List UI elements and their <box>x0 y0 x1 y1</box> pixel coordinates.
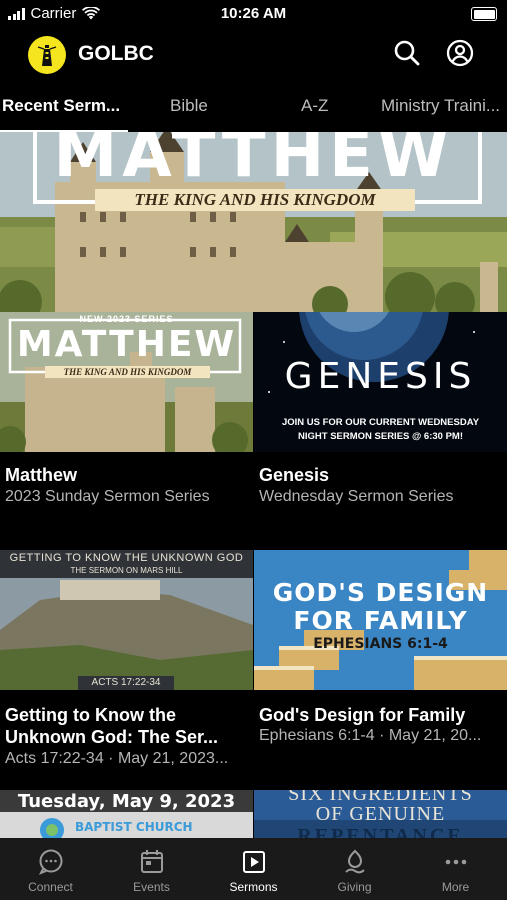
clock: 10:26 AM <box>220 5 287 22</box>
hero-subheading: THE KING AND HIS KINGDOM <box>134 190 376 209</box>
thumb-subheading: THE KING AND HIS KINGDOM <box>63 367 192 377</box>
card-title: God's Design for Family <box>259 705 466 725</box>
thumb-tag: NEW 2023 SERIES <box>79 314 174 324</box>
thumb-line-2: BAPTIST CHURCH <box>75 820 193 834</box>
app-title: GOLBC <box>78 42 154 65</box>
giving-icon <box>344 849 365 874</box>
series-thumbnail: NEW 2023 SERIES MATTHEW THE KING AND HIS… <box>0 312 253 452</box>
search-button[interactable] <box>392 38 422 68</box>
tabbar-giving[interactable]: Giving <box>304 844 405 894</box>
featured-series-banner[interactable]: MATTHEW THE KING AND HIS KINGDOM <box>0 132 507 312</box>
card-subtitle: Wednesday Sermon Series <box>259 488 454 505</box>
thumb-line-1: Tuesday, May 9, 2023 <box>17 791 236 812</box>
sermon-thumbnail: Tuesday, May 9, 2023 BAPTIST CHURCH <box>0 790 253 838</box>
sermon-card-repentance[interactable]: SIX INGREDIENTS OF GENUINE REPENTANCE <box>254 790 507 838</box>
thumb-heading: GENESIS <box>284 356 477 397</box>
lighthouse-logo-icon <box>37 45 57 66</box>
thumb-line-1: GETTING TO KNOW THE UNKNOWN GOD <box>9 552 244 564</box>
tab-bible[interactable]: Bible <box>170 96 208 116</box>
sermon-thumbnail: SIX INGREDIENTS OF GENUINE REPENTANCE <box>254 790 507 838</box>
tab-a-z[interactable]: A-Z <box>301 96 328 116</box>
tabbar-label: More <box>441 880 470 894</box>
tabbar-sermons[interactable]: Sermons <box>203 844 304 894</box>
thumb-line-2: FOR FAMILY <box>293 606 468 635</box>
thumb-ref: ACTS 17:22-34 <box>91 677 161 688</box>
tabbar-label: Sermons <box>229 880 278 894</box>
profile-button[interactable] <box>445 38 475 68</box>
tab-recent-sermons[interactable]: Recent Serm... <box>2 96 120 116</box>
tabbar-more[interactable]: More <box>405 844 506 894</box>
card-subtitle: Acts 17:22-34 · May 21, 2023... <box>5 750 229 767</box>
sermon-thumbnail: GETTING TO KNOW THE UNKNOWN GOD THE SERM… <box>0 550 253 690</box>
thumb-line-3: REPENTANCE <box>297 825 464 838</box>
card-title: Genesis <box>259 465 330 485</box>
category-tabs: Recent Serm... Bible A-Z Ministry Traini… <box>0 88 507 124</box>
card-subtitle: 2023 Sunday Sermon Series <box>5 488 210 505</box>
sermon-thumbnail: GOD'S DESIGN FOR FAMILY EPHESIANS 6:1-4 <box>254 550 507 690</box>
play-square-icon <box>242 851 265 873</box>
thumb-line-1: JOIN US FOR OUR CURRENT WEDNESDAY <box>281 417 480 428</box>
card-subtitle: Ephesians 6:1-4 · May 21, 20... <box>259 727 482 744</box>
tabbar-connect[interactable]: Connect <box>0 844 101 894</box>
thumb-heading: MATTHEW <box>16 324 237 365</box>
app-header: GOLBC <box>0 28 507 80</box>
card-title: Matthew <box>5 465 77 485</box>
tabbar-label: Events <box>133 880 170 894</box>
sermon-card-matthew[interactable]: NEW 2023 SERIES MATTHEW THE KING AND HIS… <box>0 312 253 550</box>
tabbar-label: Connect <box>28 880 73 894</box>
sermon-card-gods-design[interactable]: GOD'S DESIGN FOR FAMILY EPHESIANS 6:1-4 … <box>254 550 507 790</box>
thumb-line-2: NIGHT SERMON SERIES @ 6:30 PM! <box>298 431 463 442</box>
card-title: Getting to Know the Unknown God: The Ser… <box>5 705 219 747</box>
thumb-line-2: THE SERMON ON MARS HILL <box>70 566 183 575</box>
thumb-ref: EPHESIANS 6:1-4 <box>313 636 448 652</box>
more-dots-icon <box>445 859 466 865</box>
thumb-line-1: GOD'S DESIGN <box>272 578 489 607</box>
tabbar-events[interactable]: Events <box>101 844 202 894</box>
church-logo <box>28 36 66 74</box>
status-bar: Carrier 10:26 AM <box>0 0 507 28</box>
tab-ministry-training[interactable]: Ministry Traini... <box>381 96 500 116</box>
sermon-card-may-9[interactable]: Tuesday, May 9, 2023 BAPTIST CHURCH <box>0 790 253 838</box>
chat-bubble-icon <box>38 849 62 875</box>
calendar-icon <box>140 850 163 873</box>
thumb-line-2: OF GENUINE <box>315 803 446 825</box>
tabbar-label: Giving <box>337 880 372 894</box>
sermon-card-unknown-god[interactable]: GETTING TO KNOW THE UNKNOWN GOD THE SERM… <box>0 550 253 790</box>
search-icon <box>394 40 420 66</box>
bottom-tab-bar: Connect Events Sermons Giving More <box>0 838 507 900</box>
hero-heading: MATTHEW <box>53 132 454 192</box>
battery-icon <box>471 7 497 21</box>
account-icon <box>446 39 474 67</box>
sermon-card-genesis[interactable]: GENESIS JOIN US FOR OUR CURRENT WEDNESDA… <box>254 312 507 550</box>
series-thumbnail: GENESIS JOIN US FOR OUR CURRENT WEDNESDA… <box>254 312 507 452</box>
